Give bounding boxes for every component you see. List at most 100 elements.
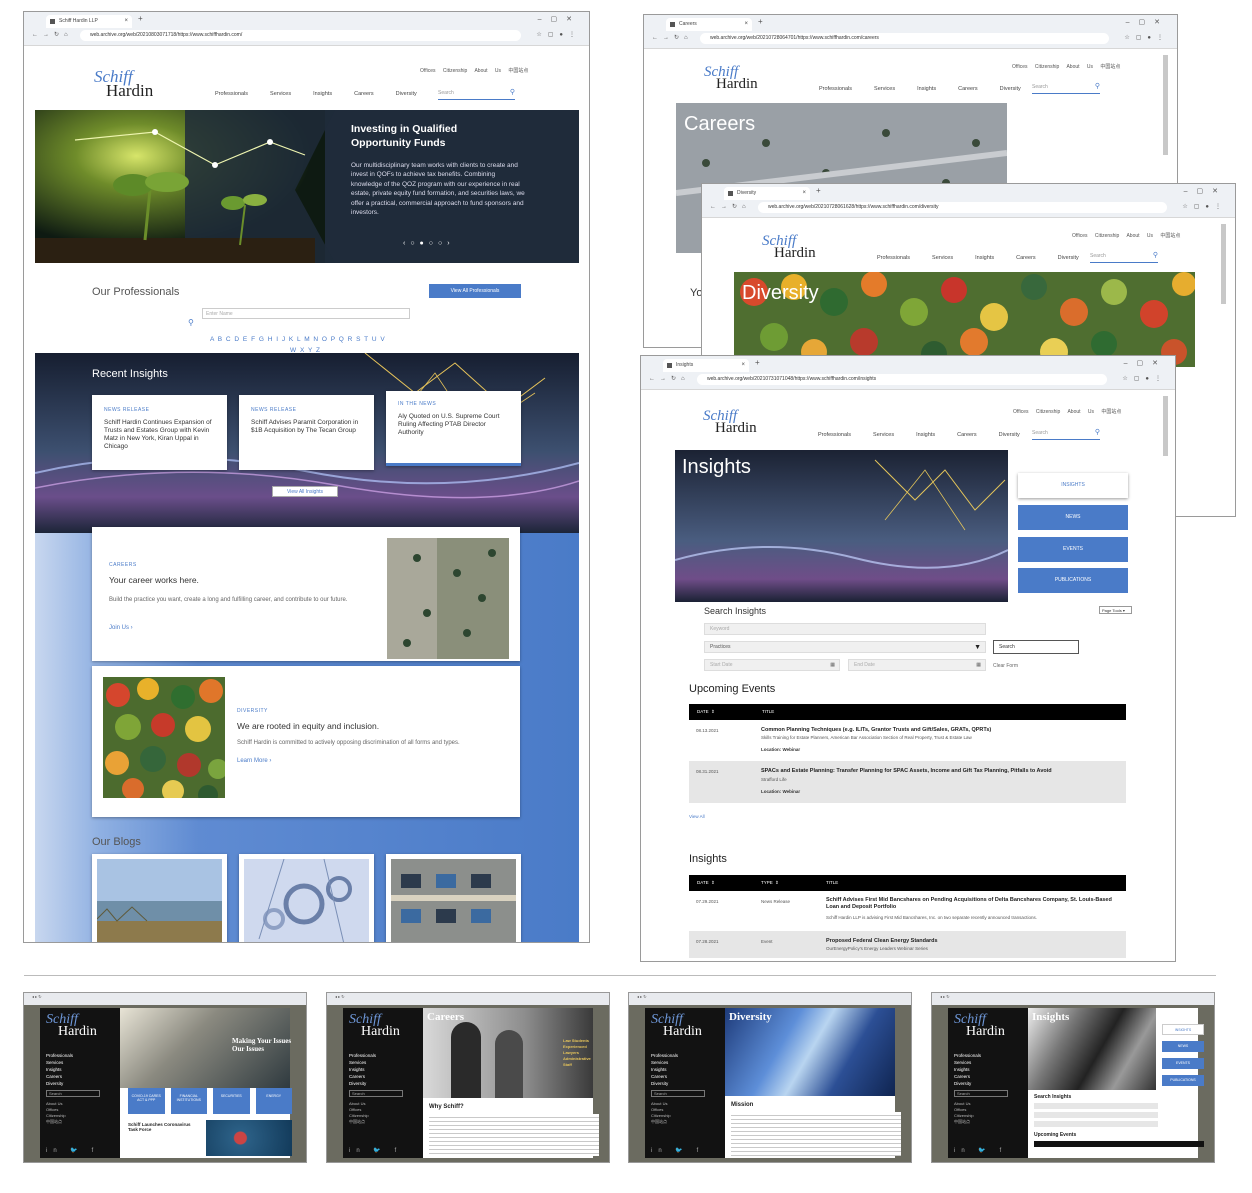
side-news-button[interactable]: NEWS: [1018, 505, 1128, 530]
thumb-search[interactable]: Search: [651, 1090, 705, 1097]
scrollbar[interactable]: [1221, 224, 1226, 304]
thumb-nav-item[interactable]: Insights: [349, 1066, 376, 1073]
util-about[interactable]: About Us: [474, 68, 501, 74]
thumb-nav-item[interactable]: Diversity: [651, 1080, 678, 1087]
nav-careers[interactable]: Careers: [354, 91, 374, 97]
window-controls[interactable]: –▢✕: [1124, 359, 1167, 367]
logo[interactable]: Schiff Hardin: [704, 65, 758, 92]
thumb-btn[interactable]: SECURITIES: [213, 1088, 250, 1114]
browser-actions-icon[interactable]: ☆▢●⋮: [536, 29, 581, 42]
browser-actions-icon[interactable]: ☆▢●⋮: [1124, 32, 1169, 45]
search-icon[interactable]: ⚲: [1095, 428, 1100, 436]
thumb-btn[interactable]: COVID-19 CARES ACT & PPP: [128, 1088, 165, 1114]
browser-actions-icon[interactable]: ☆▢●⋮: [1182, 201, 1227, 214]
social-icons[interactable]: in 🐦 f: [651, 1147, 704, 1154]
learn-more-link[interactable]: Learn More ›: [237, 758, 271, 764]
side-publications-button[interactable]: PUBLICATIONS: [1018, 568, 1128, 593]
util-about[interactable]: About Us: [1067, 409, 1094, 415]
thumb-nav-item[interactable]: Services: [349, 1059, 376, 1066]
calendar-icon[interactable]: ▦: [830, 660, 835, 671]
nav-diversity[interactable]: Diversity: [1058, 255, 1079, 261]
nav-insights[interactable]: Insights: [917, 86, 936, 92]
nav-arrows-icon[interactable]: ←→↻⌂: [32, 29, 73, 42]
address-bar[interactable]: web.archive.org/web/20210728064701/https…: [700, 33, 1109, 44]
thumb-link[interactable]: 中国站点: [349, 1119, 369, 1125]
address-bar[interactable]: web.archive.org/web/20210731071048/https…: [697, 374, 1107, 385]
insight-card[interactable]: IN THE NEWS Aly Quoted on U.S. Supreme C…: [386, 391, 521, 466]
close-tab-icon[interactable]: ×: [741, 359, 745, 372]
util-citizenship[interactable]: Citizenship: [1095, 233, 1119, 239]
event-row[interactable]: 08.31.2021 SPACs and Estate Planning: Tr…: [689, 761, 1126, 803]
thumb-search[interactable]: Search: [46, 1090, 100, 1097]
address-bar[interactable]: web.archive.org/web/20210803071718/https…: [80, 30, 521, 41]
insight-card[interactable]: NEWS RELEASE Schiff Advises Paramit Corp…: [239, 395, 374, 470]
nav-services[interactable]: Services: [874, 86, 895, 92]
blog-card[interactable]: [92, 854, 227, 942]
view-all-events-link[interactable]: View All: [689, 814, 705, 819]
nav-insights[interactable]: Insights: [975, 255, 994, 261]
new-tab-icon[interactable]: +: [138, 14, 143, 23]
thumb-side-btn[interactable]: NEWS: [1162, 1041, 1204, 1052]
nav-insights[interactable]: Insights: [313, 91, 332, 97]
nav-diversity[interactable]: Diversity: [396, 91, 417, 97]
insight-row[interactable]: 07.28.2021 Event Proposed Federal Clean …: [689, 931, 1126, 958]
alphabet-filter[interactable]: A B C D E F G H I J K L M N O P Q R S T …: [210, 336, 386, 343]
thumb-side-btn[interactable]: PUBLICATIONS: [1162, 1075, 1204, 1086]
thumb-search[interactable]: Search: [349, 1090, 403, 1097]
util-china[interactable]: 中国站点: [1100, 64, 1120, 70]
window-controls[interactable]: –▢✕: [1184, 187, 1227, 195]
end-date-input[interactable]: End Date ▦: [848, 659, 986, 671]
nav-professionals[interactable]: Professionals: [818, 432, 851, 438]
thumb-side-btn[interactable]: INSIGHTS: [1162, 1024, 1204, 1035]
browser-tab[interactable]: Careers ×: [666, 18, 752, 31]
old-site-home-thumb[interactable]: ◂ ▸ ↻ Schiff Hardin Professionals Services…: [23, 992, 307, 1163]
browser-tab[interactable]: Diversity ×: [724, 187, 810, 200]
thumb-search[interactable]: Search: [954, 1090, 1008, 1097]
search-button[interactable]: Search: [993, 640, 1079, 654]
join-us-link[interactable]: Join Us ›: [109, 625, 133, 631]
util-citizenship[interactable]: Citizenship: [1035, 64, 1059, 70]
thumb-nav-item[interactable]: Diversity: [349, 1080, 376, 1087]
thumb-nav-item[interactable]: Services: [651, 1059, 678, 1066]
browser-actions-icon[interactable]: ☆▢●⋮: [1122, 373, 1167, 386]
scrollbar[interactable]: [1163, 55, 1168, 155]
social-icons[interactable]: in 🐦 f: [954, 1147, 1007, 1154]
thumb-nav-item[interactable]: Careers: [651, 1073, 678, 1080]
nav-insights[interactable]: Insights: [916, 432, 935, 438]
social-icons[interactable]: in 🐦 f: [46, 1147, 99, 1154]
page-tools-select[interactable]: Page Tools ▾: [1099, 606, 1132, 614]
logo[interactable]: Schiff Hardin: [703, 409, 757, 436]
name-search-icon[interactable]: ⚲: [188, 318, 194, 327]
nav-services[interactable]: Services: [270, 91, 291, 97]
new-tab-icon[interactable]: +: [816, 186, 821, 195]
nav-services[interactable]: Services: [873, 432, 894, 438]
search-input[interactable]: Search ⚲: [1032, 82, 1100, 94]
thumb-nav-item[interactable]: Insights: [46, 1066, 73, 1073]
util-citizenship[interactable]: Citizenship: [443, 68, 467, 74]
event-row[interactable]: 08.13.2021 Common Planning Techniques (e…: [689, 720, 1126, 760]
close-tab-icon[interactable]: ×: [802, 187, 806, 200]
util-offices[interactable]: Offices: [1012, 64, 1027, 70]
search-icon[interactable]: ⚲: [510, 88, 515, 96]
nav-professionals[interactable]: Professionals: [877, 255, 910, 261]
thumb-nav-item[interactable]: Diversity: [46, 1080, 73, 1087]
search-icon[interactable]: ⚲: [1095, 82, 1100, 90]
new-tab-icon[interactable]: +: [758, 17, 763, 26]
nav-careers[interactable]: Careers: [957, 432, 977, 438]
thumb-nav-item[interactable]: Professionals: [651, 1052, 678, 1059]
thumb-nav-item[interactable]: Services: [46, 1059, 73, 1066]
insights-col-type[interactable]: TYPE: [761, 875, 773, 891]
search-input[interactable]: Search ⚲: [1090, 252, 1158, 263]
thumb-nav-item[interactable]: Professionals: [349, 1052, 376, 1059]
search-input[interactable]: Search ⚲: [1032, 428, 1100, 440]
logo[interactable]: Schiff Hardin: [762, 234, 816, 261]
social-icons[interactable]: in 🐦 f: [349, 1147, 402, 1154]
nav-arrows-icon[interactable]: ←→↻⌂: [710, 201, 751, 214]
new-tab-icon[interactable]: +: [755, 358, 760, 367]
util-china[interactable]: 中国站点: [1160, 233, 1180, 239]
thumb-link[interactable]: 中国站点: [46, 1119, 66, 1125]
start-date-input[interactable]: Start Date ▦: [704, 659, 840, 671]
nav-professionals[interactable]: Professionals: [215, 91, 248, 97]
thumb-nav-item[interactable]: Professionals: [46, 1052, 73, 1059]
sort-icon[interactable]: ⇕: [711, 875, 715, 891]
